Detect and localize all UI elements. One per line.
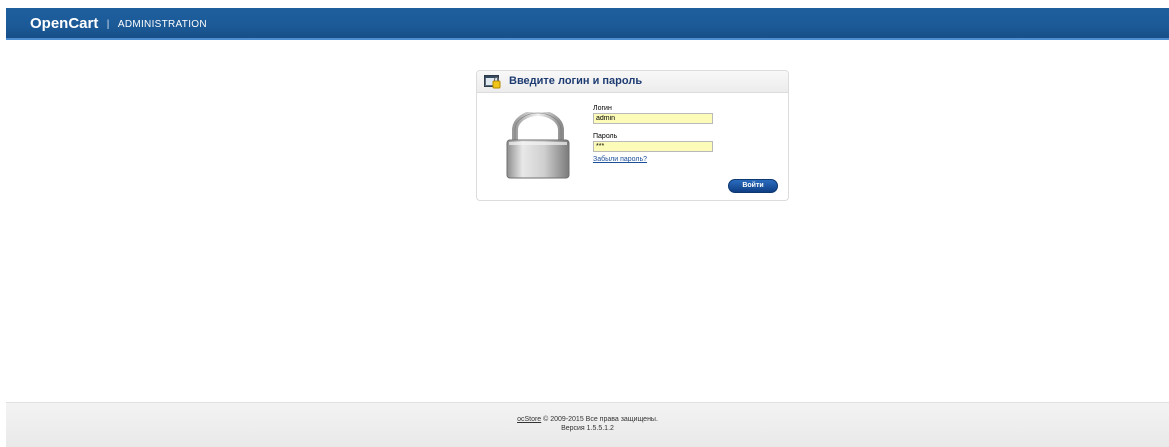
footer-copyright-line: ocStore © 2009-2015 Все права защищены. [6, 415, 1169, 424]
brand-separator: | [106, 19, 110, 30]
padlock-icon [506, 112, 570, 179]
window-lock-icon [484, 75, 501, 89]
password-input[interactable] [593, 141, 713, 152]
username-input[interactable] [593, 113, 713, 124]
top-header: OpenCart | ADMINISTRATION [6, 8, 1169, 40]
login-box: Введите логин и пароль Логин Пароль За [476, 70, 789, 201]
login-button[interactable]: Войти [728, 179, 778, 193]
brand-logo[interactable]: OpenCart | ADMINISTRATION [30, 15, 207, 33]
login-box-title: Введите логин и пароль [509, 75, 643, 87]
login-box-header: Введите логин и пароль [477, 71, 788, 93]
footer: ocStore © 2009-2015 Все права защищены. … [6, 402, 1169, 447]
footer-version: Версия 1.5.5.1.2 [561, 425, 614, 432]
brand-name: OpenCart [30, 15, 99, 32]
forgot-password-link[interactable]: Забыли пароль? [593, 156, 717, 163]
brand-section: ADMINISTRATION [117, 19, 207, 30]
footer-text: ocStore © 2009-2015 Все права защищены. … [6, 415, 1169, 433]
login-form: Логин Пароль Забыли пароль? [593, 104, 717, 163]
username-label: Логин [593, 105, 612, 112]
footer-copyright: © 2009-2015 Все права защищены. [543, 416, 658, 423]
password-label: Пароль [593, 133, 618, 140]
footer-ocstore-link[interactable]: ocStore [517, 416, 541, 423]
